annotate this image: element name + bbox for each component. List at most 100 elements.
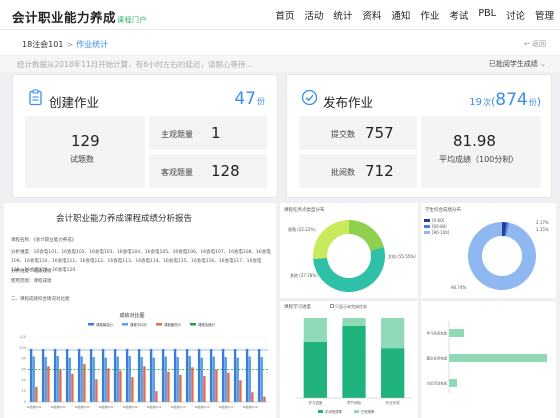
- x-tick-label: 16会电111: [146, 404, 162, 409]
- nav-materials[interactable]: 资料: [362, 8, 381, 22]
- legend-label: 已完成率: [361, 409, 375, 414]
- bar: [179, 374, 182, 402]
- bar: [191, 367, 194, 402]
- legend-swatch: [318, 410, 323, 413]
- progress-bar-chart: 学习进度 章节测验 作业完成平均完成率 已完成率: [296, 318, 412, 414]
- bar: [248, 356, 251, 402]
- nav-home[interactable]: 首页: [275, 8, 294, 22]
- nav-manage[interactable]: 管理: [535, 8, 554, 22]
- clipboard-icon: [29, 89, 42, 106]
- bar: [185, 348, 189, 402]
- notice-bar: 统计数据从2018年11月开始计算，有6小时左右的延迟，请耐心等待... 已批阅…: [0, 56, 560, 72]
- bar: [68, 357, 71, 402]
- x-tick-label: 16会电101: [26, 404, 42, 409]
- chevron-down-icon: ⌄: [540, 60, 546, 68]
- review-label: 批阅数: [331, 168, 355, 177]
- bar: [71, 373, 74, 402]
- y-tick-label: 80: [22, 357, 26, 361]
- subjective-value: 1: [211, 124, 221, 142]
- back-arrow-icon: ↩: [523, 40, 532, 48]
- bar: [257, 348, 261, 402]
- bar: [188, 355, 191, 402]
- legend-swatch: [156, 323, 162, 326]
- y-tick-label: 0: [24, 400, 26, 404]
- review-tile: 批阅数 712: [299, 154, 417, 188]
- x-tick-label: 16会电109: [122, 404, 138, 409]
- bar-chart-legend: 课程最高分 课程平均分 课程最低分 课程及格分: [88, 322, 216, 327]
- bar: [227, 372, 230, 402]
- bar: [260, 357, 263, 402]
- bar: [29, 348, 33, 402]
- bar-average: [381, 348, 405, 398]
- review-value: 712: [365, 162, 394, 180]
- bar: [140, 357, 143, 402]
- publish-card-title: 发布作业: [323, 95, 374, 110]
- submit-value: 757: [365, 124, 394, 142]
- x-tick-label: 16会电107: [98, 404, 114, 409]
- question-total-tile: 129 试题数: [25, 116, 145, 188]
- bar: [44, 357, 47, 402]
- bar: [125, 348, 129, 402]
- bar: [119, 370, 122, 402]
- bar: [200, 357, 203, 402]
- bar: [59, 369, 62, 402]
- bar: [233, 348, 237, 402]
- bar: [116, 356, 119, 402]
- nav-exam[interactable]: 考试: [449, 8, 468, 22]
- bar: [203, 376, 206, 402]
- publish-homework-card: 发布作业 19次(874份) 提交数 757 批阅数 712 81.98 平均成…: [286, 74, 552, 198]
- y-tick-label: 20: [22, 389, 26, 393]
- nav-activity[interactable]: 活动: [304, 8, 323, 22]
- nav-pbl[interactable]: PBL: [478, 8, 496, 22]
- nav-stats[interactable]: 统计: [333, 8, 352, 22]
- legend-swatch: [122, 323, 128, 326]
- report-title: 会计职业能力养成课程成绩分析报告: [56, 214, 193, 224]
- x-tick-label: 16会电117: [218, 404, 234, 409]
- bar: [251, 392, 254, 402]
- bar: [32, 356, 35, 402]
- x-tick-label: 16会电115: [194, 404, 210, 409]
- bar: [212, 356, 215, 402]
- create-count: 47份: [234, 89, 265, 109]
- y-tick-label: 120: [19, 335, 26, 339]
- bar: [239, 380, 242, 402]
- subjective-tile: 主观题量 1: [149, 116, 267, 150]
- x-tick-label: 章节测验: [347, 400, 361, 405]
- bar: [131, 377, 134, 402]
- objective-label: 客观题量: [161, 168, 193, 177]
- donut2-label-2: 96.74%: [451, 285, 467, 290]
- course-logo[interactable]: 会计职业能力养成课程门户: [12, 7, 147, 26]
- publish-count: 19次(874份): [469, 90, 541, 110]
- bar: [35, 386, 38, 402]
- grade-filter-select[interactable]: 已批阅学生成绩 ⌄: [489, 59, 546, 69]
- bar: [143, 366, 146, 402]
- nav-discussion[interactable]: 讨论: [506, 8, 525, 22]
- bar: [197, 348, 201, 402]
- bar: [65, 348, 69, 402]
- bar: [224, 357, 227, 402]
- bar: [155, 391, 158, 402]
- average-score-label: 平均成绩（100分制）: [439, 155, 519, 164]
- nav-homework[interactable]: 作业: [420, 8, 439, 22]
- legend-swatch: [190, 323, 196, 326]
- breadcrumb-separator: >: [66, 40, 74, 49]
- average-score-tile: 81.98 平均成绩（100分制）: [421, 116, 541, 188]
- bar: [41, 348, 45, 402]
- hbar: [449, 379, 457, 387]
- hbar: [449, 354, 547, 362]
- bar: [104, 357, 107, 402]
- bar: [149, 348, 153, 402]
- report-course: 课程名称：《会计职业能力养成》: [11, 238, 77, 243]
- hbar: [449, 329, 464, 337]
- donut-slice: [468, 222, 536, 290]
- y-tick-label: 100: [19, 346, 26, 350]
- nav-notice[interactable]: 通知: [391, 8, 410, 22]
- back-button[interactable]: ↩ 返回: [524, 39, 546, 49]
- bar: [53, 348, 57, 402]
- legend-swatch: [354, 410, 359, 413]
- donut-slice: [349, 220, 384, 251]
- donut1-label-video: 视频 (22.22%): [288, 227, 316, 232]
- bar-average: [342, 326, 366, 398]
- breadcrumb-course[interactable]: 18注会101: [22, 40, 63, 49]
- bar: [89, 348, 93, 402]
